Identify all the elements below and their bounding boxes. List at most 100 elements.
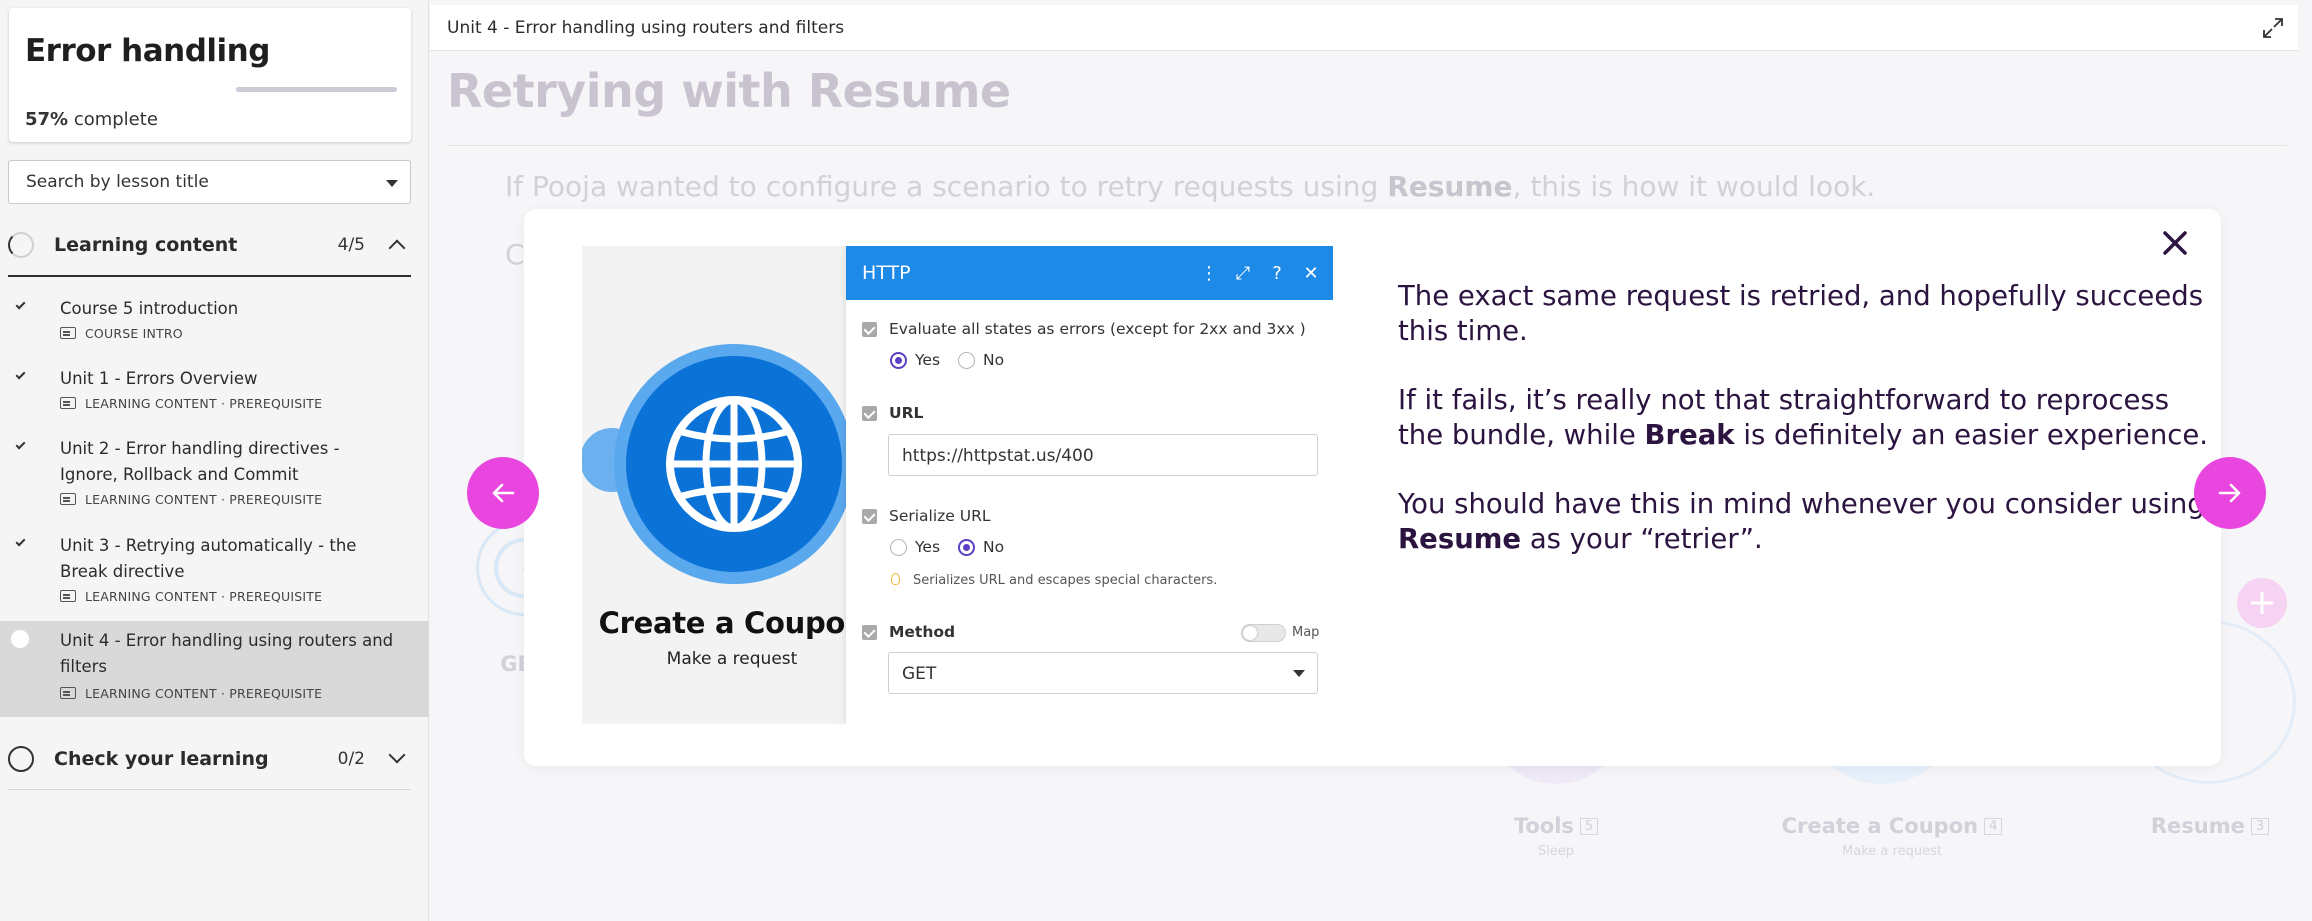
section-check-your-learning[interactable]: Check your learning 0/2 [8, 736, 411, 780]
bg-node-label-text: Resume [2150, 814, 2245, 838]
panel-header: HTTP ⋮ ⤢ ? ✕ [846, 246, 1333, 300]
course-card: Error handling 57% complete [9, 8, 411, 142]
lesson-meta-text: LEARNING CONTENT · PREREQUISITE [85, 492, 323, 507]
lesson-meta-text: COURSE INTRO [85, 326, 183, 341]
lesson-meta-text: LEARNING CONTENT · PREREQUISITE [85, 686, 323, 701]
url-label: URL [889, 404, 924, 422]
heading-divider [447, 145, 2287, 146]
url-value: https://httpstat.us/400 [902, 446, 1094, 466]
chevron-down-icon[interactable] [388, 746, 406, 764]
lesson-search-input[interactable] [9, 161, 410, 203]
lesson-meta-text: LEARNING CONTENT · PREREQUISITE [85, 589, 323, 604]
section-label: Learning content [54, 234, 238, 256]
evaluate-no-radio[interactable] [958, 352, 975, 369]
close-icon[interactable] [2157, 225, 2193, 261]
paragraph-bold: Resume [1398, 523, 1522, 555]
add-node-icon [2237, 578, 2287, 628]
serialize-label: Serialize URL [889, 507, 991, 525]
lesson-item-course-intro[interactable]: Course 5 introduction COURSE INTRO [0, 290, 429, 348]
evaluate-yes-radio[interactable] [890, 352, 907, 369]
expand-icon[interactable] [2262, 17, 2284, 39]
course-progress-bar [236, 87, 397, 92]
lesson-item-unit-2[interactable]: Unit 2 - Error handling directives - Ign… [0, 430, 429, 516]
map-label: Map [1292, 625, 1320, 640]
bg-node-badge: 3 [2250, 818, 2270, 835]
lesson-heading: Retrying with Resume [447, 64, 1011, 118]
lesson-item-unit-4[interactable]: Unit 4 - Error handling using routers an… [0, 621, 429, 717]
next-button[interactable] [2194, 457, 2266, 529]
lesson-meta: LEARNING CONTENT · PREREQUISITE [60, 589, 322, 604]
dropdown-caret-icon[interactable] [386, 180, 398, 187]
slides-icon [60, 590, 76, 602]
module-area: Create a Coupon Make a request [582, 246, 866, 724]
serialize-no-radio[interactable] [958, 539, 975, 556]
course-percent-value: 57% [25, 109, 69, 130]
paragraph-text-end: as your “retrier”. [1521, 523, 1763, 555]
dropdown-caret-icon[interactable] [1293, 670, 1305, 677]
section-count: 0/2 [337, 749, 365, 769]
bg-node-label-text: Tools [1513, 814, 1574, 838]
section-label: Check your learning [54, 748, 269, 770]
lesson-meta: LEARNING CONTENT · PREREQUISITE [60, 396, 322, 411]
plus-icon [2251, 592, 2273, 614]
lesson-meta: COURSE INTRO [60, 326, 183, 341]
lesson-title: Unit 4 - Error handling using routers an… [60, 631, 394, 676]
course-percent-suffix: complete [68, 109, 158, 130]
lesson-meta: LEARNING CONTENT · PREREQUISITE [60, 686, 322, 701]
progress-ring-icon [8, 746, 34, 772]
lesson-title: Course 5 introduction [60, 299, 239, 318]
chevron-up-icon[interactable] [388, 239, 406, 257]
bg-node-badge: 4 [1984, 818, 2003, 835]
help-icon[interactable]: ? [1267, 263, 1287, 284]
progress-ring-icon [8, 232, 34, 258]
more-vertical-icon[interactable]: ⋮ [1199, 263, 1219, 284]
lesson-title: Unit 1 - Errors Overview [60, 369, 258, 388]
bg-node-badge: 5 [1579, 818, 1599, 835]
arrow-right-icon [2218, 483, 2241, 503]
top-bar: Unit 4 - Error handling using routers an… [430, 5, 2298, 51]
lesson-item-unit-3[interactable]: Unit 3 - Retrying automatically - the Br… [0, 527, 429, 613]
lesson-title: Unit 2 - Error handling directives - Ign… [60, 439, 340, 484]
module-subtitle: Make a request [666, 649, 798, 669]
document-icon [60, 327, 76, 339]
incomplete-dot-icon [11, 630, 29, 648]
info-modal: Create a Coupon Make a request HTTP ⋮ ⤢ … [524, 209, 2221, 766]
evaluate-checkbox[interactable] [862, 322, 877, 337]
paragraph-bold: Break [1644, 419, 1735, 451]
close-icon[interactable]: ✕ [1301, 263, 1321, 284]
lesson-intro: If Pooja wanted to configure a scenario … [505, 170, 1875, 203]
fullscreen-icon[interactable]: ⤢ [1233, 263, 1253, 284]
sidebar: Error handling 57% complete Learning con… [0, 0, 429, 921]
serialize-checkbox[interactable] [862, 509, 877, 524]
paragraph-text-end: is definitely an easier experience. [1734, 419, 2209, 451]
check-icon [15, 299, 26, 310]
method-checkbox[interactable] [862, 625, 877, 640]
url-field[interactable]: https://httpstat.us/400 [888, 434, 1318, 476]
lesson-title: Unit 3 - Retrying automatically - the Br… [60, 536, 357, 581]
lesson-search[interactable] [8, 160, 411, 204]
radio-label: No [983, 538, 1005, 556]
url-checkbox[interactable] [862, 406, 877, 421]
intro-bold: Resume [1387, 170, 1513, 203]
section-count: 4/5 [337, 235, 365, 255]
method-value: GET [902, 664, 937, 684]
check-icon [15, 439, 26, 450]
section-learning-content[interactable]: Learning content 4/5 [8, 222, 411, 266]
map-toggle[interactable] [1241, 624, 1286, 642]
background-node-sub: Make a request [1842, 844, 1942, 859]
method-select[interactable]: GET [888, 652, 1318, 694]
slides-icon [60, 493, 76, 505]
serialize-yes-radio[interactable] [890, 539, 907, 556]
serialize-hint: Serializes URL and escapes special chara… [913, 573, 1218, 588]
previous-button[interactable] [467, 457, 539, 529]
lesson-item-unit-1[interactable]: Unit 1 - Errors Overview LEARNING CONTEN… [0, 360, 429, 418]
radio-label: No [983, 351, 1005, 369]
modal-screenshot: Create a Coupon Make a request HTTP ⋮ ⤢ … [582, 246, 1333, 724]
bg-node-label-text: Create a Coupon [1781, 814, 1979, 838]
course-percent: 57% complete [25, 109, 158, 130]
modal-paragraph-3: You should have this in mind whenever yo… [1398, 487, 2218, 557]
breadcrumb: Unit 4 - Error handling using routers an… [447, 18, 845, 38]
radio-label: Yes [915, 351, 941, 369]
background-node-label: Create a Coupon 4 [1742, 814, 2042, 838]
http-settings-panel: HTTP ⋮ ⤢ ? ✕ Evaluate all states as erro… [846, 246, 1333, 724]
